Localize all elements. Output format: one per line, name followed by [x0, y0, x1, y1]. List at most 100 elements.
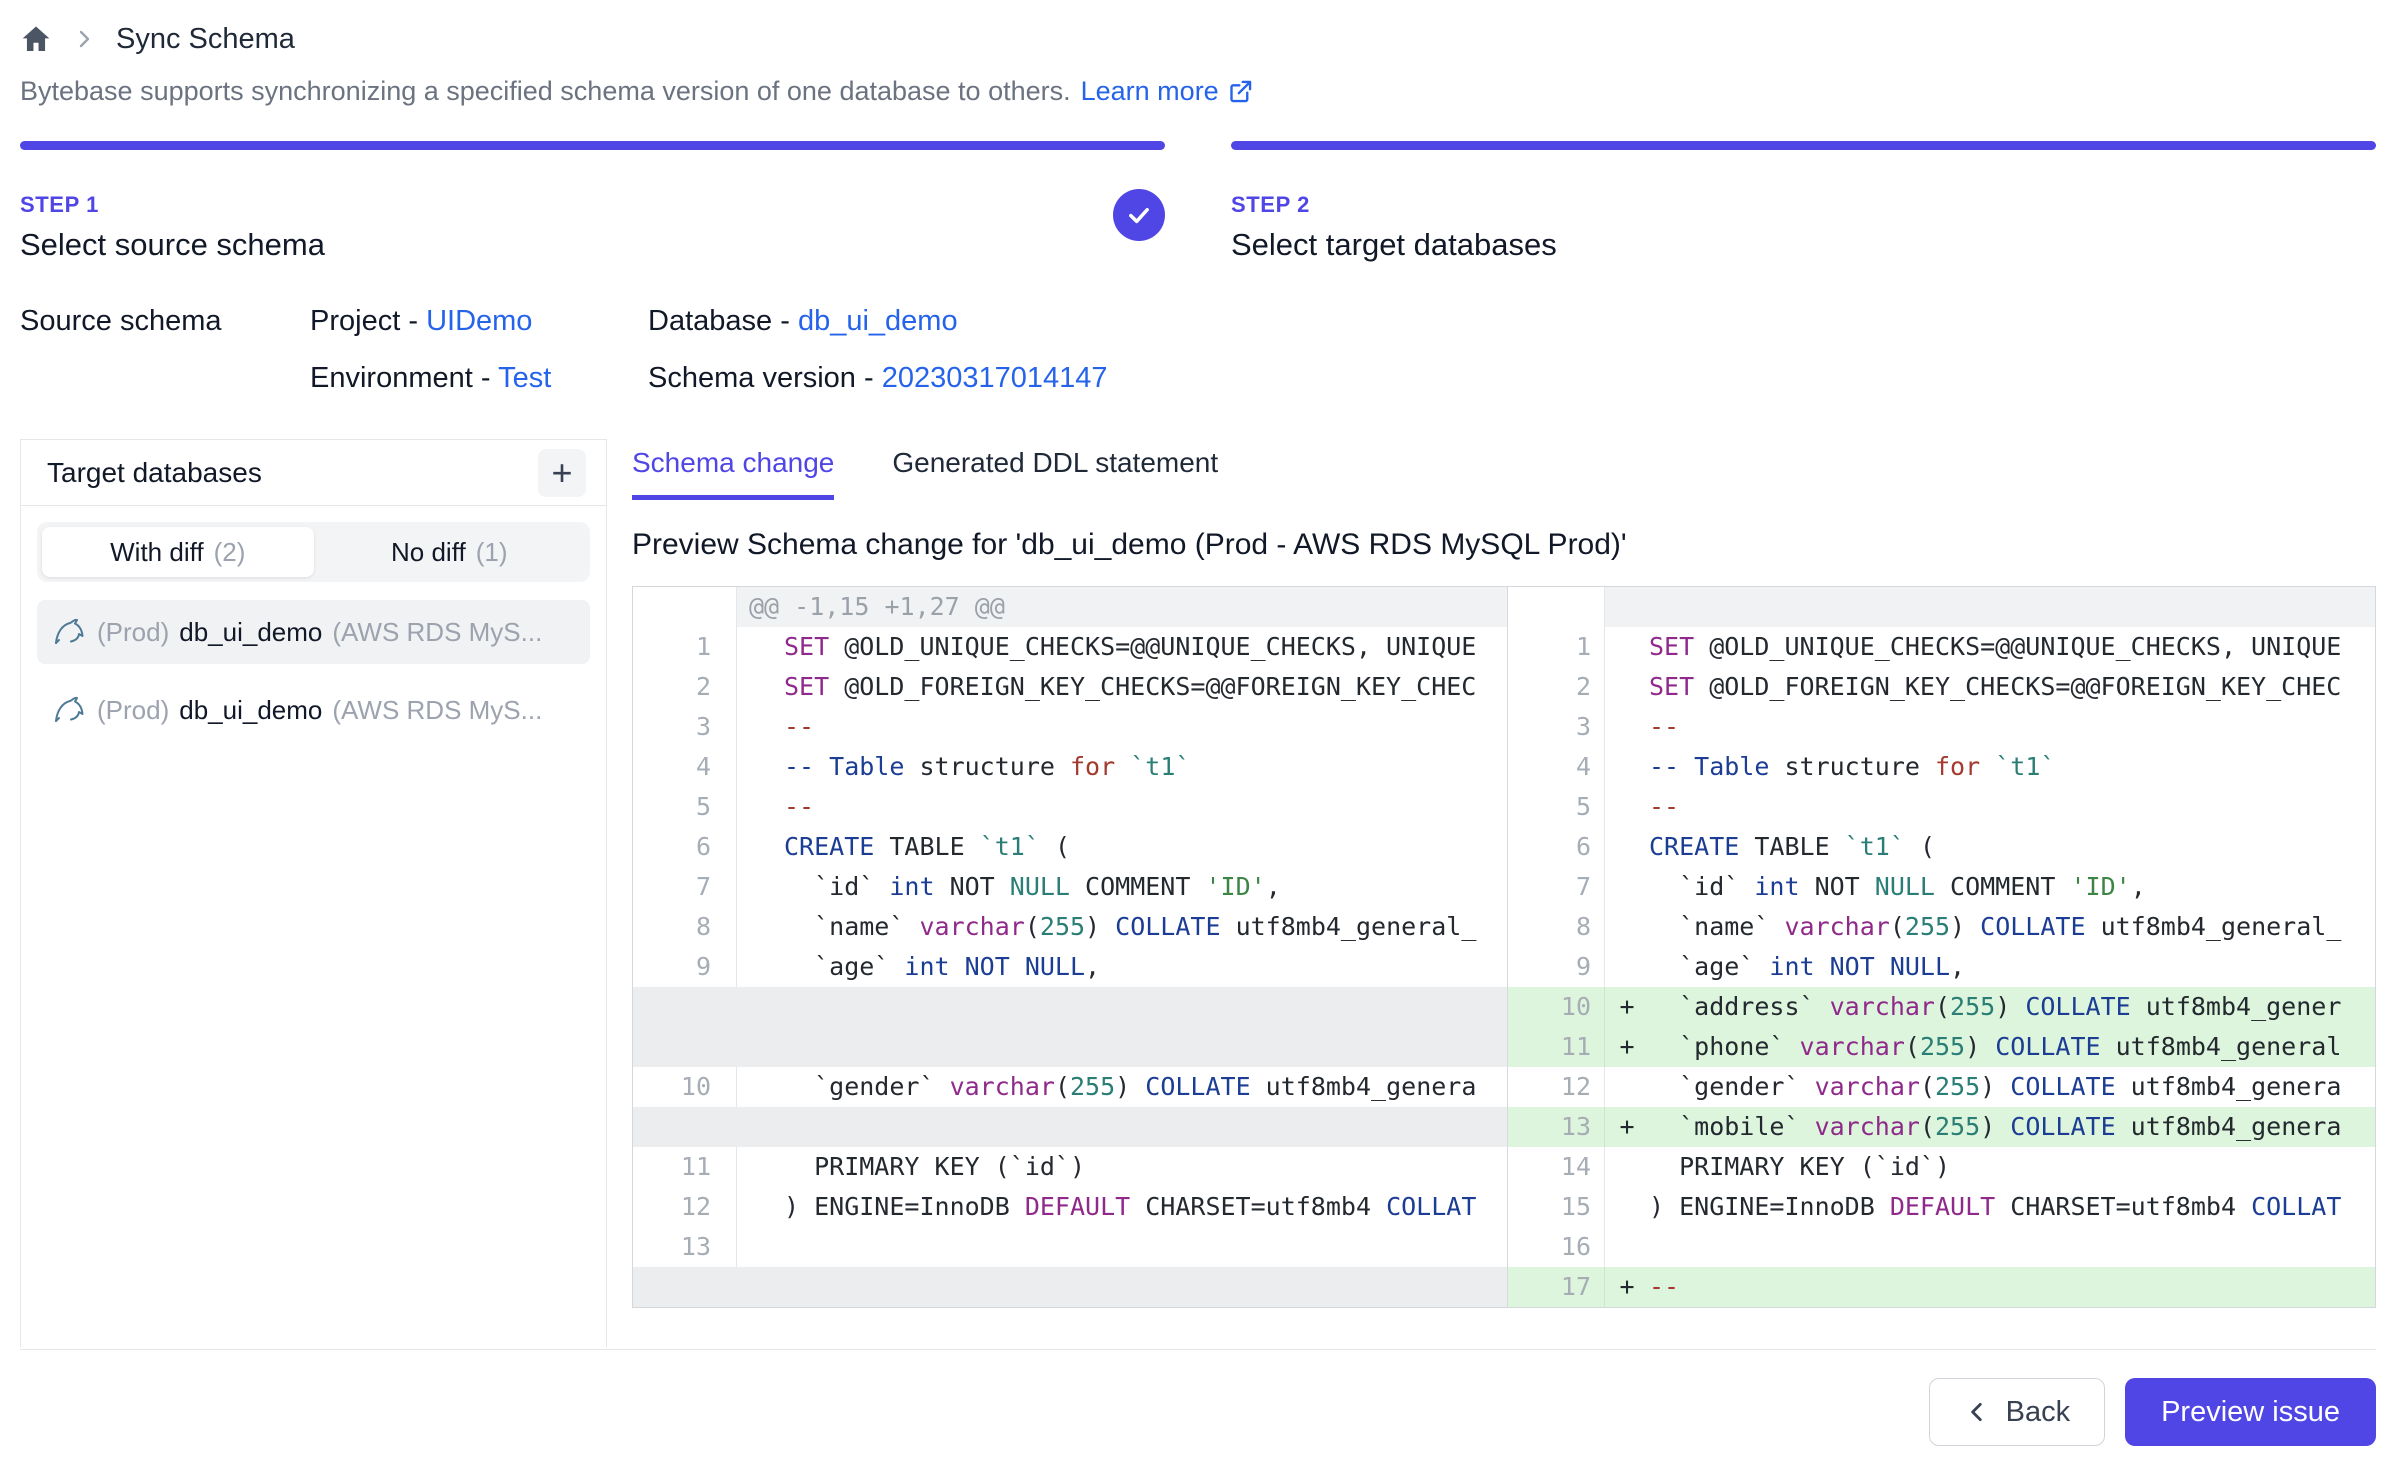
line-number: 13	[1508, 1107, 1605, 1147]
tab-no-diff[interactable]: No diff (1)	[314, 527, 586, 577]
step-1: STEP 1 Select source schema	[20, 141, 1165, 263]
tab-with-diff[interactable]: With diff (2)	[42, 527, 314, 577]
source-schema-summary: Source schema Project - UIDemo Environme…	[20, 305, 2376, 395]
sync-schema-page: Sync Schema Bytebase supports synchroniz…	[0, 0, 2396, 1480]
line-number: 13	[633, 1227, 737, 1267]
target-database-item[interactable]: (Prod)db_ui_demo(AWS RDS MyS...	[37, 600, 590, 664]
code-line: `address` varchar(255) COLLATE utf8mb4_g…	[1649, 987, 2375, 1027]
home-icon[interactable]	[20, 23, 52, 55]
code-line: ) ENGINE=InnoDB DEFAULT CHARSET=utf8mb4 …	[737, 1187, 1507, 1227]
diff-code-row: 7 `id` int NOT NULL COMMENT 'ID',	[1508, 867, 2375, 907]
line-number: 12	[1508, 1067, 1605, 1107]
line-number: 7	[1508, 867, 1605, 907]
code-line: `age` int NOT NULL,	[1649, 947, 2375, 987]
line-number: 8	[1508, 907, 1605, 947]
diff-code-row: 9 `age` int NOT NULL,	[1508, 947, 2375, 987]
diff-code-row: 9 `age` int NOT NULL,	[633, 947, 1507, 987]
code-line: PRIMARY KEY (`id`)	[737, 1147, 1507, 1187]
add-marker: +	[1605, 1027, 1649, 1067]
line-number: 9	[1508, 947, 1605, 987]
add-marker: +	[1605, 1107, 1649, 1147]
diff-pane-source[interactable]: @@ -1,15 +1,27 @@1SET @OLD_UNIQUE_CHECKS…	[633, 587, 1507, 1307]
diff-code-row: 6CREATE TABLE `t1` (	[1508, 827, 2375, 867]
line-number: 12	[633, 1187, 737, 1227]
db-environment: (Prod)	[97, 617, 169, 648]
target-database-item[interactable]: (Prod)db_ui_demo(AWS RDS MyS...	[37, 678, 590, 742]
preview-tabs: Schema change Generated DDL statement	[632, 439, 2376, 500]
line-number: 6	[633, 827, 737, 867]
target-database-list: (Prod)db_ui_demo(AWS RDS MyS... (Prod) db_…	[37, 600, 590, 742]
code-line: `age` int NOT NULL,	[737, 947, 1507, 987]
diff-pane-target[interactable]: 1SET @OLD_UNIQUE_CHECKS=@@UNIQUE_CHECKS,…	[1507, 587, 2375, 1307]
diff-added-row: 11+ `phone` varchar(255) COLLATE utf8mb4…	[1508, 1027, 2375, 1067]
code-line: `phone` varchar(255) COLLATE utf8mb4_gen…	[1649, 1027, 2375, 1067]
preview-issue-button[interactable]: Preview issue	[2125, 1378, 2376, 1446]
mysql-icon	[51, 692, 87, 728]
schema-version-link[interactable]: 20230317014147	[882, 362, 1108, 394]
diff-code-row: 5--	[1508, 787, 2375, 827]
diff-code-row: 8 `name` varchar(255) COLLATE utf8mb4_ge…	[633, 907, 1507, 947]
diff-code-row: 3--	[1508, 707, 2375, 747]
line-number: 11	[1508, 1027, 1605, 1067]
add-marker	[1605, 1227, 1649, 1267]
database-link[interactable]: db_ui_demo	[798, 305, 958, 337]
line-number: 4	[633, 747, 737, 787]
code-line: -- Table structure for `t1`	[737, 747, 1507, 787]
diff-hunk-row	[1508, 587, 2375, 627]
environment-field: Environment - Test	[310, 362, 648, 395]
diff-filler-row	[633, 987, 1507, 1027]
tab-generated-ddl[interactable]: Generated DDL statement	[892, 447, 1218, 500]
code-line: `mobile` varchar(255) COLLATE utf8mb4_ge…	[1649, 1107, 2375, 1147]
step-1-label: STEP 1	[20, 192, 1165, 218]
diff-code-row: 15) ENGINE=InnoDB DEFAULT CHARSET=utf8mb…	[1508, 1187, 2375, 1227]
code-line: CREATE TABLE `t1` (	[737, 827, 1507, 867]
add-marker: +	[1605, 1267, 1649, 1307]
diff-code-row: 10 `gender` varchar(255) COLLATE utf8mb4…	[633, 1067, 1507, 1107]
diff-code-row: 4-- Table structure for `t1`	[1508, 747, 2375, 787]
diff-code-row: 7 `id` int NOT NULL COMMENT 'ID',	[633, 867, 1507, 907]
add-target-database-button[interactable]: +	[538, 449, 586, 497]
breadcrumb: Sync Schema	[20, 16, 2376, 62]
diff-code-row: 2SET @OLD_FOREIGN_KEY_CHECKS=@@FOREIGN_K…	[1508, 667, 2375, 707]
tab-schema-change[interactable]: Schema change	[632, 447, 834, 500]
step-1-completed-badge	[1113, 189, 1165, 241]
add-marker	[1605, 827, 1649, 867]
line-number: 16	[1508, 1227, 1605, 1267]
db-name: db_ui_demo	[179, 695, 322, 726]
line-number: 14	[1508, 1147, 1605, 1187]
line-number: 5	[1508, 787, 1605, 827]
step-2-label: STEP 2	[1231, 192, 2376, 218]
diff-added-row: 13+ `mobile` varchar(255) COLLATE utf8mb…	[1508, 1107, 2375, 1147]
line-number: 2	[633, 667, 737, 707]
source-schema-label: Source schema	[20, 305, 310, 395]
diff-code-row: 4-- Table structure for `t1`	[633, 747, 1507, 787]
project-link[interactable]: UIDemo	[426, 305, 532, 337]
code-line: `id` int NOT NULL COMMENT 'ID',	[737, 867, 1507, 907]
environment-link[interactable]: Test	[498, 362, 551, 394]
line-number: 15	[1508, 1187, 1605, 1227]
code-line: `gender` varchar(255) COLLATE utf8mb4_ge…	[737, 1067, 1507, 1107]
step-2: STEP 2 Select target databases	[1231, 141, 2376, 263]
back-button[interactable]: Back	[1929, 1378, 2105, 1446]
line-number: 6	[1508, 827, 1605, 867]
db-name: db_ui_demo	[179, 617, 322, 648]
line-number: 3	[1508, 707, 1605, 747]
code-line	[737, 1227, 1507, 1267]
step-1-title: Select source schema	[20, 227, 1165, 263]
check-icon	[1125, 201, 1153, 229]
learn-more-link[interactable]: Learn more	[1081, 76, 1254, 107]
chevron-right-icon	[72, 27, 96, 51]
code-line: `name` varchar(255) COLLATE utf8mb4_gene…	[737, 907, 1507, 947]
diff-code-row: 1SET @OLD_UNIQUE_CHECKS=@@UNIQUE_CHECKS,…	[633, 627, 1507, 667]
diff-code-row: 11 PRIMARY KEY (`id`)	[633, 1147, 1507, 1187]
diff-added-row: 10+ `address` varchar(255) COLLATE utf8m…	[1508, 987, 2375, 1027]
line-number: 17	[1508, 1267, 1605, 1307]
add-marker	[1605, 1147, 1649, 1187]
add-marker	[1605, 1187, 1649, 1227]
add-marker	[1605, 747, 1649, 787]
diff-hunk-row: @@ -1,15 +1,27 @@	[633, 587, 1507, 627]
diff-filter-tabs: With diff (2) No diff (1)	[37, 522, 590, 582]
code-line: --	[737, 787, 1507, 827]
preview-title: Preview Schema change for 'db_ui_demo (P…	[632, 528, 2376, 562]
database-field: Database - db_ui_demo	[648, 305, 1108, 338]
